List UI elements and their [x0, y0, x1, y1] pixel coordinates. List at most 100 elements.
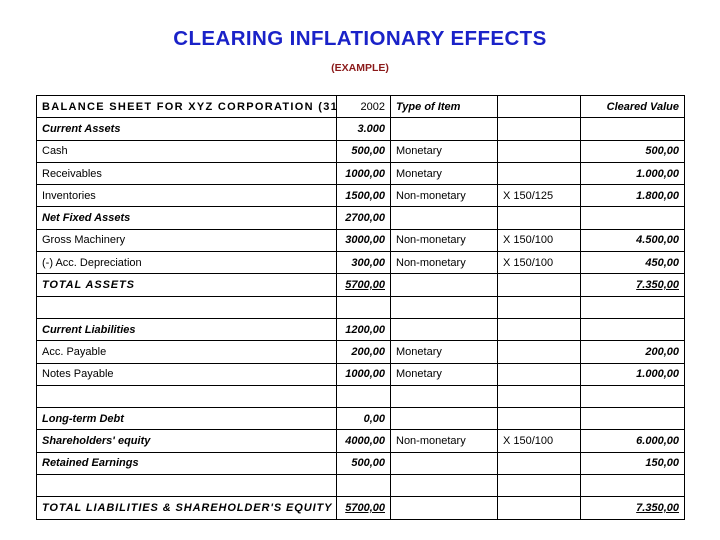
row-value-2002-9: 1200,00 [336, 317, 391, 342]
row-factor-14: X 150/100 [497, 429, 581, 453]
row-value-2002-4: 2700,00 [336, 206, 391, 230]
row-factor-3: X 150/125 [497, 184, 581, 208]
row-cleared-value-14: 6.000,00 [580, 429, 685, 453]
table-header-row: BALANCE SHEET FOR XYZ CORPORATION (31,12… [36, 94, 685, 119]
table-row: Shareholders' equity 4000,00 Non-monetary X… [36, 429, 685, 453]
page-title: CLEARING INFLATIONARY EFFECTS [173, 27, 547, 50]
table-row: Gross Machinery 3000,00 Non-monetary X 150/… [36, 228, 685, 253]
row-value-2002-10: 200,00 [336, 340, 391, 364]
table-row: TOTAL LIABILITIES & SHAREHOLDER'S EQUITY… [36, 496, 685, 520]
row-value-2002-15: 500,00 [336, 451, 391, 476]
page-subtitle: (EXAMPLE) [331, 62, 389, 74]
table-row: Receivables 1000,00 Monetary 1.000,00 [36, 161, 685, 186]
row-type-of-item-1: Monetary [390, 139, 498, 163]
table-row: Cash 500,00 Monetary 500,00 [36, 139, 685, 163]
row-factor-9 [497, 317, 581, 342]
row-factor-0 [497, 117, 581, 141]
row-value-2002-8 [336, 295, 391, 319]
row-cleared-value-0 [580, 117, 685, 141]
row-factor-17 [497, 496, 581, 520]
table-row-spacer [36, 295, 685, 319]
row-type-of-item-5: Non-monetary [390, 228, 498, 253]
row-factor-8 [497, 295, 581, 319]
table-row: Retained Earnings 500,00 150,00 [36, 451, 685, 476]
row-cleared-value-13 [580, 407, 685, 431]
row-type-of-item-7 [390, 273, 498, 297]
row-value-2002-17: 5700,00 [336, 496, 391, 520]
row-cleared-value-2: 1.000,00 [580, 161, 685, 186]
row-type-of-item-11: Monetary [390, 362, 498, 386]
row-factor-15 [497, 451, 581, 476]
row-factor-13 [497, 407, 581, 431]
row-label-12 [36, 384, 337, 409]
row-type-of-item-6: Non-monetary [390, 251, 498, 275]
row-type-of-item-17 [390, 496, 498, 520]
row-factor-1 [497, 139, 581, 163]
table-row: (-) Acc. Depreciation 300,00 Non-monetary X… [36, 251, 685, 275]
row-label-1: Cash [36, 139, 337, 163]
table-row: Current Liabilities 1200,00 [36, 317, 685, 342]
table-row: Acc. Payable 200,00 Monetary 200,00 [36, 340, 685, 364]
balance-sheet-table: BALANCE SHEET FOR XYZ CORPORATION (31,12… [36, 94, 685, 520]
row-label-7: TOTAL ASSETS [36, 273, 337, 297]
row-label-11: Notes Payable [36, 362, 337, 386]
row-type-of-item-12 [390, 384, 498, 409]
row-cleared-value-5: 4.500,00 [580, 228, 685, 253]
row-label-14: Shareholders' equity [36, 429, 337, 453]
table-row: Inventories 1500,00 Non-monetary X 150/125 1… [36, 184, 685, 208]
row-factor-16 [497, 474, 581, 498]
header-cleared-value: Cleared Value [580, 94, 685, 119]
row-factor-4 [497, 206, 581, 230]
row-label-5: Gross Machinery [36, 228, 337, 253]
header-type-of-item: Type of Item [390, 94, 498, 119]
row-label-0: Current Assets [36, 117, 337, 141]
row-value-2002-7: 5700,00 [336, 273, 391, 297]
row-type-of-item-0 [390, 117, 498, 141]
table-row-spacer [36, 474, 685, 498]
row-type-of-item-9 [390, 317, 498, 342]
row-label-16 [36, 474, 337, 498]
row-value-2002-16 [336, 474, 391, 498]
table-row: Current Assets 3.000 [36, 117, 685, 141]
row-factor-7 [497, 273, 581, 297]
row-cleared-value-15: 150,00 [580, 451, 685, 476]
row-label-9: Current Liabilities [36, 317, 337, 342]
row-type-of-item-13 [390, 407, 498, 431]
row-cleared-value-3: 1.800,00 [580, 184, 685, 208]
row-cleared-value-4 [580, 206, 685, 230]
table-row: Long-term Debt 0,00 [36, 407, 685, 431]
row-value-2002-11: 1000,00 [336, 362, 391, 386]
header-year: 2002 [336, 94, 391, 119]
row-factor-2 [497, 161, 581, 186]
row-value-2002-13: 0,00 [336, 407, 391, 431]
row-factor-10 [497, 340, 581, 364]
header-balance-sheet-label: BALANCE SHEET FOR XYZ CORPORATION (31,12… [36, 94, 337, 119]
row-value-2002-2: 1000,00 [336, 161, 391, 186]
row-type-of-item-2: Monetary [390, 161, 498, 186]
row-type-of-item-3: Non-monetary [390, 184, 498, 208]
row-type-of-item-15 [390, 451, 498, 476]
row-cleared-value-11: 1.000,00 [580, 362, 685, 386]
row-cleared-value-1: 500,00 [580, 139, 685, 163]
row-type-of-item-16 [390, 474, 498, 498]
row-factor-5: X 150/100 [497, 228, 581, 253]
row-value-2002-1: 500,00 [336, 139, 391, 163]
balance-sheet-body: BALANCE SHEET FOR XYZ CORPORATION (31,12… [36, 94, 685, 520]
row-factor-11 [497, 362, 581, 386]
row-cleared-value-8 [580, 295, 685, 319]
row-type-of-item-8 [390, 295, 498, 319]
row-cleared-value-12 [580, 384, 685, 409]
header-factor [497, 94, 581, 119]
table-row-spacer [36, 384, 685, 409]
row-cleared-value-7: 7.350,00 [580, 273, 685, 297]
row-type-of-item-10: Monetary [390, 340, 498, 364]
row-cleared-value-6: 450,00 [580, 251, 685, 275]
row-value-2002-5: 3000,00 [336, 228, 391, 253]
slide-canvas: CLEARING INFLATIONARY EFFECTS (EXAMPLE) … [0, 0, 720, 540]
row-label-3: Inventories [36, 184, 337, 208]
table-row: TOTAL ASSETS 5700,00 7.350,00 [36, 273, 685, 297]
row-label-13: Long-term Debt [36, 407, 337, 431]
row-label-4: Net Fixed Assets [36, 206, 337, 230]
row-cleared-value-16 [580, 474, 685, 498]
row-value-2002-0: 3.000 [336, 117, 391, 141]
